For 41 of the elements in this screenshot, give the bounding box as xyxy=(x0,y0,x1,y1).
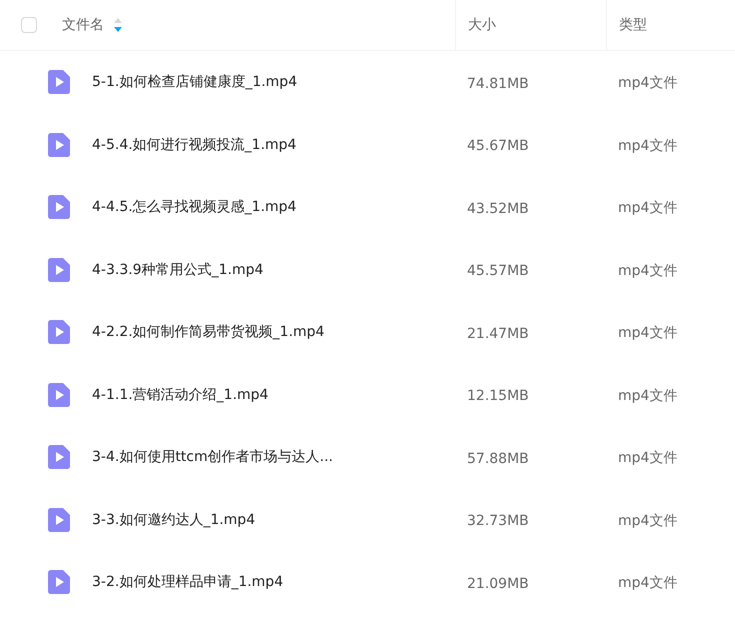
file-type: mp4文件 xyxy=(618,138,678,154)
file-size: 45.57MB xyxy=(467,263,529,280)
video-file-icon xyxy=(48,508,70,532)
file-name[interactable]: 4-4.5.怎么寻找视频灵感_1.mp4 xyxy=(92,198,296,216)
file-type: mp4文件 xyxy=(618,200,678,216)
file-type: mp4文件 xyxy=(618,450,678,466)
file-size: 57.88MB xyxy=(467,450,529,467)
file-size: 43.52MB xyxy=(467,200,529,217)
file-name[interactable]: 3-3.如何邀约达人_1.mp4 xyxy=(92,510,256,529)
file-type: mp4文件 xyxy=(618,388,678,404)
file-type: mp4文件 xyxy=(618,575,678,592)
select-all-checkbox[interactable] xyxy=(21,17,37,33)
video-file-icon xyxy=(48,445,70,470)
file-name[interactable]: 4-3.3.9种常用公式_1.mp4 xyxy=(92,260,264,279)
sort-icon[interactable] xyxy=(114,18,122,32)
video-file-icon xyxy=(48,320,70,344)
file-type: mp4文件 xyxy=(618,325,678,342)
file-size: 32.73MB xyxy=(467,513,529,530)
column-header[interactable]: 类型 xyxy=(619,16,647,34)
file-type: mp4文件 xyxy=(618,512,678,529)
file-size: 45.67MB xyxy=(467,138,529,154)
file-type: mp4文件 xyxy=(618,75,678,92)
file-name[interactable]: 4-1.1.营销活动介绍_1.mp4 xyxy=(92,386,268,404)
file-size: 21.09MB xyxy=(467,576,529,592)
column-header[interactable]: 文件名 xyxy=(62,16,104,34)
file-size: 12.15MB xyxy=(467,388,529,404)
file-name[interactable]: 5-1.如何检查店铺健康度_1.mp4 xyxy=(92,73,298,92)
column-header[interactable]: 大小 xyxy=(468,16,496,34)
video-file-icon xyxy=(48,382,70,407)
video-file-icon xyxy=(48,195,70,220)
video-file-icon xyxy=(48,570,70,594)
file-type: mp4文件 xyxy=(618,262,678,279)
video-file-icon xyxy=(48,132,70,157)
video-file-icon xyxy=(48,70,70,94)
video-file-icon xyxy=(48,258,70,282)
file-name[interactable]: 3-2.如何处理样品申请_1.mp4 xyxy=(92,573,284,592)
file-name[interactable]: 4-5.4.如何进行视频投流_1.mp4 xyxy=(92,136,296,154)
file-name[interactable]: 4-2.2.如何制作简易带货视频_1.mp4 xyxy=(92,323,324,342)
file-size: 74.81MB xyxy=(467,76,529,92)
file-name[interactable]: 3-4.如何使用ttcm创作者市场与达人... xyxy=(92,448,333,466)
file-size: 21.47MB xyxy=(467,326,529,342)
